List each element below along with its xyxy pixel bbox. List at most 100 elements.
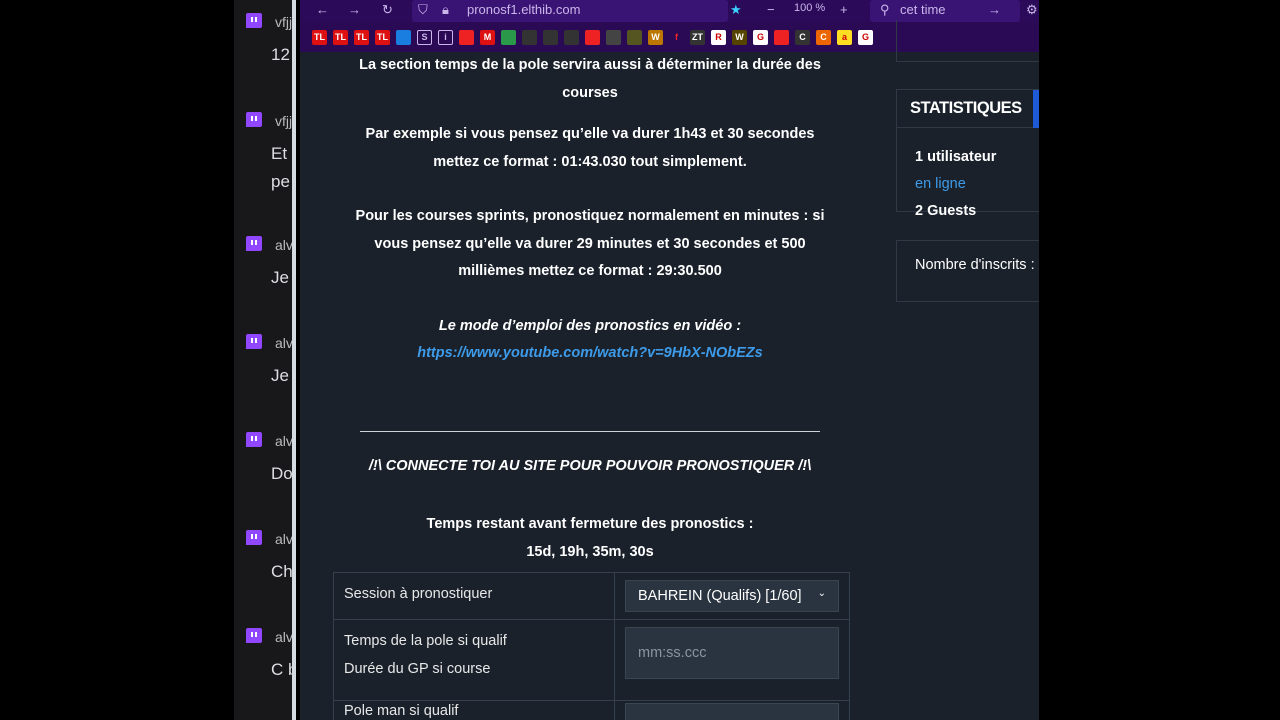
bookmark-icon[interactable] — [774, 29, 789, 45]
go-arrow-icon[interactable]: → — [988, 2, 1001, 17]
time-input[interactable]: mm:ss.ccc — [625, 627, 839, 679]
reload-button[interactable]: ↻ — [382, 2, 393, 18]
guests-count: 2 Guests — [915, 203, 977, 219]
chat-text: Ch — [271, 562, 293, 581]
bookmark-icon[interactable]: G — [858, 29, 873, 45]
bookmark-icon[interactable]: W — [648, 29, 663, 45]
chat-text: Do — [271, 464, 293, 483]
previous-widget — [896, 20, 1039, 62]
pole-man-input[interactable] — [625, 703, 839, 720]
bookmark-icon[interactable]: a — [837, 29, 852, 45]
session-select[interactable]: BAHREIN (Qualifs) [1/60] ⌄ — [625, 580, 839, 612]
chat-text: Et — [271, 144, 288, 163]
session-label: Session à pronostiquer — [333, 572, 615, 620]
separator — [360, 430, 820, 432]
zoom-level: 100 % — [794, 2, 826, 14]
chat-message: alv Je — [234, 236, 292, 316]
chat-text: C b — [271, 660, 296, 679]
video-line: Le mode d’emploi des pronostics en vidéo… — [335, 313, 845, 368]
url-text: pronosf1.elthib.com — [467, 2, 581, 17]
bookmark-icon[interactable] — [501, 29, 516, 45]
video-link[interactable]: https://www.youtube.com/watch?v=9HbX-NOb… — [417, 345, 762, 361]
remaining-label: Temps restant avant fermeture des pronos… — [426, 516, 754, 532]
chat-username[interactable]: alv — [275, 433, 292, 449]
bookmark-icon[interactable]: R — [711, 29, 726, 45]
bookmark-icon[interactable] — [543, 29, 558, 45]
shield-icon: ⛉ — [418, 2, 428, 17]
chat-message: alv C b — [234, 628, 296, 708]
format-example: Par exemple si vous pensez qu’elle va du… — [365, 126, 815, 170]
chat-message: vfjj Et pe — [234, 112, 292, 192]
chat-username[interactable]: alv — [275, 335, 292, 351]
bookmark-icon[interactable] — [459, 29, 474, 45]
online-link[interactable]: en ligne — [915, 176, 966, 192]
twitch-icon — [246, 112, 262, 127]
chat-message: alv Ch — [234, 530, 293, 610]
browser-toolbar: ← → ↻ ⛉ 🔒︎ pronosf1.elthib.com ★ − 100 %… — [300, 0, 1039, 22]
twitch-icon — [246, 334, 262, 349]
bookmark-icon[interactable] — [522, 29, 537, 45]
chat-message: alv Do — [234, 432, 293, 512]
url-bar[interactable]: ⛉ 🔒︎ pronosf1.elthib.com ★ — [412, 0, 742, 22]
rules-text: La section temps de la pole servira auss… — [335, 52, 845, 566]
search-icon: ⚲ — [880, 2, 890, 17]
bookmark-icon[interactable] — [627, 29, 642, 45]
stats-title: STATISTIQUES — [910, 99, 1022, 117]
chat-message: alv Je — [234, 334, 292, 414]
search-box[interactable]: ⚲ cet time → — [870, 0, 1020, 22]
settings-gear-icon[interactable]: ⚙ — [1026, 2, 1038, 18]
chat-text: pe — [271, 172, 290, 191]
bookmark-icon[interactable]: i — [438, 29, 453, 45]
chat-text: Je — [271, 366, 289, 385]
bookmark-icon[interactable]: G — [753, 29, 768, 45]
bookmark-icon[interactable]: ZT — [690, 29, 705, 45]
chat-username[interactable]: alv — [275, 531, 292, 547]
zoom-out-button[interactable]: − — [767, 2, 775, 17]
bookmark-icon[interactable] — [564, 29, 579, 45]
twitch-chat-panel: vfjj 12 vfjj Et pe alv Je alv Je alv Do alv Ch alv C b — [234, 0, 296, 720]
forward-button[interactable]: → — [348, 2, 361, 17]
bookmark-icon[interactable] — [585, 29, 600, 45]
twitch-icon — [246, 236, 262, 251]
bookmark-icon[interactable]: f — [669, 30, 684, 45]
chat-message: vfjj 12 — [234, 13, 292, 93]
stats-widget: STATISTIQUES 1 utilisateur en ligne 2 Gu… — [896, 89, 1039, 219]
bookmark-icon[interactable]: W — [732, 29, 747, 45]
chat-text: Je — [271, 268, 289, 287]
sprint-note: Pour les courses sprints, pronostiquez n… — [355, 208, 825, 279]
twitch-icon — [246, 13, 262, 28]
bookmark-icon[interactable]: TL — [312, 29, 327, 45]
bookmark-icon[interactable]: TL — [354, 29, 369, 45]
chat-username[interactable]: vfjj — [275, 14, 292, 30]
pole-section-note: La section temps de la pole servira auss… — [359, 57, 821, 101]
chat-text: 12 — [271, 45, 290, 64]
chat-username[interactable]: vfjj — [275, 113, 292, 129]
twitch-icon — [246, 628, 262, 643]
bookmark-icon[interactable]: TL — [333, 29, 348, 45]
video-label: Le mode d’emploi des pronostics en vidéo… — [438, 317, 742, 334]
gp-duration-label: Durée du GP si course — [344, 661, 491, 677]
browser-window: ← → ↻ ⛉ 🔒︎ pronosf1.elthib.com ★ − 100 %… — [300, 0, 1039, 720]
remaining-time: 15d, 19h, 35m, 30s — [526, 543, 654, 560]
bookmark-star-icon[interactable]: ★ — [730, 2, 742, 18]
back-button[interactable]: ← — [316, 2, 329, 17]
pole-man-label: Pole man si qualif — [333, 700, 615, 720]
bookmark-icon[interactable]: S — [417, 29, 432, 45]
bookmark-icon[interactable]: M — [480, 29, 495, 45]
bookmark-icon[interactable]: C — [816, 29, 831, 45]
twitch-icon — [246, 530, 262, 545]
online-users: 1 utilisateur — [915, 149, 997, 165]
bookmark-icon[interactable] — [606, 29, 621, 45]
connect-warning: /!\ CONNECTE TOI AU SITE POUR POUVOIR PR… — [368, 457, 812, 474]
registered-count: Nombre d'inscrits : — [896, 240, 1039, 302]
zoom-in-button[interactable]: + — [840, 2, 848, 17]
bookmark-icon[interactable]: C — [795, 29, 810, 45]
prono-form: Session à pronostiquer BAHREIN (Qualifs)… — [333, 572, 850, 720]
chat-username[interactable]: alv — [275, 629, 292, 645]
bookmark-icon[interactable] — [396, 29, 411, 45]
bookmark-icon[interactable]: TL — [375, 29, 390, 45]
chat-username[interactable]: alv — [275, 237, 292, 253]
pole-time-label: Temps de la pole si qualif — [344, 633, 507, 649]
lock-icon: 🔒︎ — [442, 2, 449, 17]
twitch-icon — [246, 432, 262, 447]
